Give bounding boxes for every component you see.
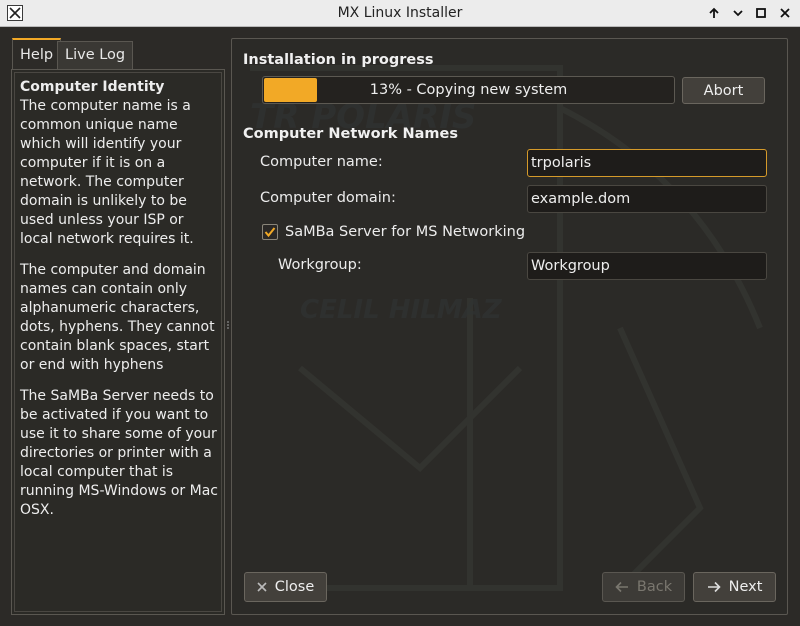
checkmark-icon (264, 227, 276, 238)
keep-above-button[interactable] (704, 4, 724, 22)
help-heading: Computer Identity (20, 79, 165, 95)
maximize-button[interactable] (751, 4, 771, 22)
close-label: Close (274, 579, 315, 595)
help-paragraph: The computer name is a common unique nam… (20, 98, 194, 247)
arrow-right-icon (707, 581, 721, 593)
computer-name-input[interactable]: trpolaris (527, 149, 767, 177)
samba-label[interactable]: SaMBa Server for MS Networking (285, 224, 525, 240)
title-bar: MX Linux Installer (0, 0, 800, 27)
back-label: Back (636, 579, 673, 595)
panel-splitter-handle[interactable] (226, 320, 230, 334)
next-button[interactable]: Next (693, 572, 776, 602)
help-paragraph: The computer and domain names can contai… (20, 262, 215, 373)
computer-domain-input[interactable]: example.dom (527, 185, 767, 213)
next-label: Next (728, 579, 763, 595)
abort-label: Abort (703, 82, 744, 99)
computer-name-label: Computer name: (260, 154, 383, 170)
arrow-left-icon (615, 581, 628, 593)
help-paragraph: The SaMBa Server needs to be activated i… (20, 388, 218, 518)
close-icon (780, 8, 790, 18)
workgroup-label: Workgroup: (278, 257, 362, 273)
main-panel (231, 38, 788, 615)
window-title: MX Linux Installer (337, 5, 463, 21)
progress-label: 13% - Copying new system (369, 82, 568, 98)
network-heading: Computer Network Names (243, 126, 458, 142)
help-text-area: Computer Identity The computer name is a… (14, 72, 222, 612)
close-button[interactable]: Close (244, 572, 327, 602)
close-window-button[interactable] (775, 4, 795, 22)
workgroup-input[interactable]: Workgroup (527, 252, 767, 280)
tab-live-log[interactable]: Live Log (57, 41, 134, 70)
install-progress-bar: 13% - Copying new system (262, 76, 675, 104)
samba-checkbox[interactable] (262, 224, 278, 240)
close-icon (257, 582, 267, 592)
minimize-button[interactable] (728, 4, 748, 22)
help-panel: Computer Identity The computer name is a… (11, 69, 225, 615)
square-icon (756, 8, 766, 18)
abort-button[interactable]: Abort (682, 77, 765, 104)
chevron-down-icon (733, 10, 743, 17)
tab-help[interactable]: Help (12, 38, 62, 70)
computer-domain-label: Computer domain: (260, 190, 396, 206)
install-heading: Installation in progress (243, 52, 434, 68)
arrow-up-icon (709, 7, 719, 18)
back-button[interactable]: Back (602, 572, 685, 602)
